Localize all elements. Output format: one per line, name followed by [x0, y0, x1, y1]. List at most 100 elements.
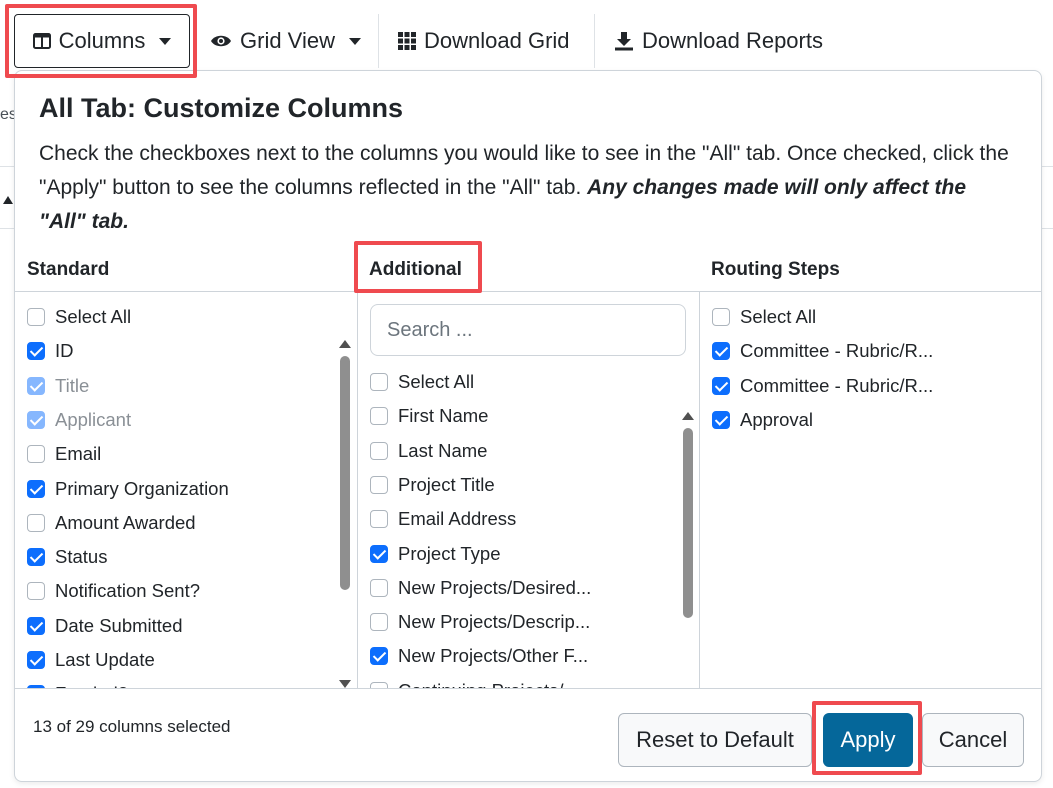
- additional-checkbox-row[interactable]: New Projects/Other F...: [370, 645, 588, 667]
- additional-scrollbar[interactable]: [682, 408, 694, 688]
- standard-scrollbar[interactable]: [339, 336, 351, 688]
- checkbox[interactable]: [27, 685, 45, 688]
- checkbox-label: Select All: [740, 306, 817, 327]
- additional-checkbox-row[interactable]: Project Title: [370, 474, 495, 496]
- checkbox-label: Last Update: [55, 649, 155, 670]
- standard-checkbox-row[interactable]: Date Submitted: [27, 615, 183, 637]
- bg-sort-icon: [3, 196, 13, 204]
- customize-columns-popover: All Tab: Customize Columns Check the che…: [14, 70, 1042, 782]
- checkbox[interactable]: [712, 342, 730, 361]
- checkbox[interactable]: [370, 407, 388, 426]
- checkbox-label: Committee - Rubric/R...: [740, 374, 934, 396]
- additional-checkbox-row[interactable]: New Projects/Descrip...: [370, 611, 590, 633]
- highlight-columns-button: [5, 4, 197, 78]
- checkbox[interactable]: [27, 616, 45, 635]
- scroll-down-arrow-icon[interactable]: [339, 680, 351, 688]
- checkbox[interactable]: [370, 441, 388, 460]
- routing-checkbox-row[interactable]: Select All: [712, 306, 816, 328]
- checkbox[interactable]: [27, 582, 45, 601]
- cancel-button[interactable]: Cancel: [922, 713, 1024, 767]
- checkbox-label: Notification Sent?: [55, 580, 201, 602]
- additional-column-list[interactable]: Select All First Name Last Name Project Tit…: [357, 291, 699, 689]
- checkbox-label: Email: [55, 443, 102, 465]
- additional-checkbox-row[interactable]: Select All: [370, 371, 474, 393]
- checkbox[interactable]: [27, 342, 45, 361]
- standard-checkbox-row[interactable]: Primary Organization: [27, 478, 229, 500]
- additional-search-input[interactable]: [370, 304, 686, 356]
- checkbox-label: New Projects/Desired...: [398, 576, 592, 598]
- standard-checkbox-row[interactable]: Last Update: [27, 649, 155, 671]
- highlight-apply-button: [812, 701, 922, 775]
- additional-checkbox-row[interactable]: New Projects/Desired...: [370, 577, 591, 599]
- selected-count-text: 13 of 29 columns selected: [33, 717, 231, 736]
- toolbar-divider: [594, 14, 595, 68]
- checkbox-label: ID: [55, 340, 74, 362]
- download-reports-button[interactable]: Download Reports: [602, 14, 835, 68]
- checkbox[interactable]: [370, 578, 388, 597]
- reset-to-default-button[interactable]: Reset to Default: [618, 713, 812, 767]
- checkbox[interactable]: [27, 479, 45, 498]
- scroll-up-arrow-icon[interactable]: [339, 340, 351, 348]
- standard-checkbox-row[interactable]: ID: [27, 340, 74, 362]
- standard-column-list[interactable]: Select All ID Title Applicant Email Primary O…: [15, 291, 357, 689]
- checkbox-label: Date Submitted: [55, 614, 183, 636]
- standard-checkbox-row[interactable]: Email: [27, 443, 101, 465]
- checkbox-label: Continuing Projects/...: [398, 680, 579, 688]
- additional-checkbox-row[interactable]: Continuing Projects/...: [370, 680, 579, 688]
- scroll-up-arrow-icon[interactable]: [682, 412, 694, 420]
- checkbox[interactable]: [27, 548, 45, 567]
- scroll-thumb[interactable]: [340, 356, 350, 590]
- checkbox[interactable]: [27, 445, 45, 464]
- standard-checkbox-row[interactable]: Status: [27, 546, 107, 568]
- download-grid-button[interactable]: Download Grid: [386, 14, 582, 68]
- checkbox[interactable]: [27, 308, 45, 326]
- checkbox[interactable]: [712, 308, 730, 326]
- download-reports-label: Download Reports: [642, 28, 823, 53]
- additional-checkbox-row[interactable]: Email Address: [370, 508, 516, 530]
- standard-checkbox-row[interactable]: Select All: [27, 306, 131, 328]
- routing-checkbox-row[interactable]: Committee - Rubric/R...: [712, 375, 933, 397]
- checkbox[interactable]: [370, 681, 388, 688]
- popover-title: All Tab: Customize Columns: [39, 93, 404, 123]
- grid-view-label: Grid View: [240, 28, 335, 53]
- routing-steps-column-list[interactable]: Select All Committee - Rubric/R... Committ…: [699, 291, 1041, 689]
- routing-checkbox-row[interactable]: Committee - Rubric/R...: [712, 340, 933, 362]
- checkbox[interactable]: [27, 513, 45, 532]
- checkbox-label: Project Title: [398, 473, 495, 495]
- checkbox: [27, 410, 45, 429]
- checkbox[interactable]: [712, 410, 730, 429]
- checkbox[interactable]: [370, 544, 388, 563]
- grid-view-button[interactable]: Grid View: [198, 14, 373, 68]
- routing-checkbox-row[interactable]: Approval: [712, 409, 813, 431]
- download-grid-label: Download Grid: [424, 28, 570, 53]
- checkbox-label: New Projects/Other F...: [398, 645, 589, 667]
- checkbox[interactable]: [370, 475, 388, 494]
- standard-checkbox-row[interactable]: Applicant: [27, 409, 131, 431]
- checkbox[interactable]: [27, 651, 45, 669]
- scroll-thumb[interactable]: [683, 428, 693, 618]
- checkbox[interactable]: [370, 647, 388, 666]
- checkbox-label: Select All: [55, 306, 132, 327]
- checkbox-label: Applicant: [55, 408, 132, 430]
- standard-checkbox-row[interactable]: Funded?: [27, 683, 128, 688]
- checkbox-label: Primary Organization: [55, 477, 229, 499]
- checkbox-label: Project Type: [398, 542, 501, 564]
- checkbox[interactable]: [370, 613, 388, 632]
- routing-steps-column-heading: Routing Steps: [711, 259, 840, 280]
- grid-icon: [398, 32, 416, 50]
- additional-checkbox-row[interactable]: Last Name: [370, 440, 487, 462]
- checkbox-label: Approval: [740, 408, 814, 430]
- checkbox[interactable]: [712, 376, 730, 395]
- checkbox: [27, 376, 45, 395]
- checkbox[interactable]: [370, 373, 388, 391]
- toolbar-divider: [378, 14, 379, 68]
- eye-icon: [211, 35, 231, 47]
- additional-checkbox-row[interactable]: First Name: [370, 405, 488, 427]
- standard-checkbox-row[interactable]: Notification Sent?: [27, 580, 200, 602]
- checkbox-label: Funded?: [55, 683, 128, 688]
- additional-checkbox-row[interactable]: Project Type: [370, 543, 501, 565]
- download-icon: [615, 32, 633, 51]
- checkbox[interactable]: [370, 510, 388, 529]
- standard-checkbox-row[interactable]: Amount Awarded: [27, 512, 196, 534]
- standard-checkbox-row[interactable]: Title: [27, 375, 89, 397]
